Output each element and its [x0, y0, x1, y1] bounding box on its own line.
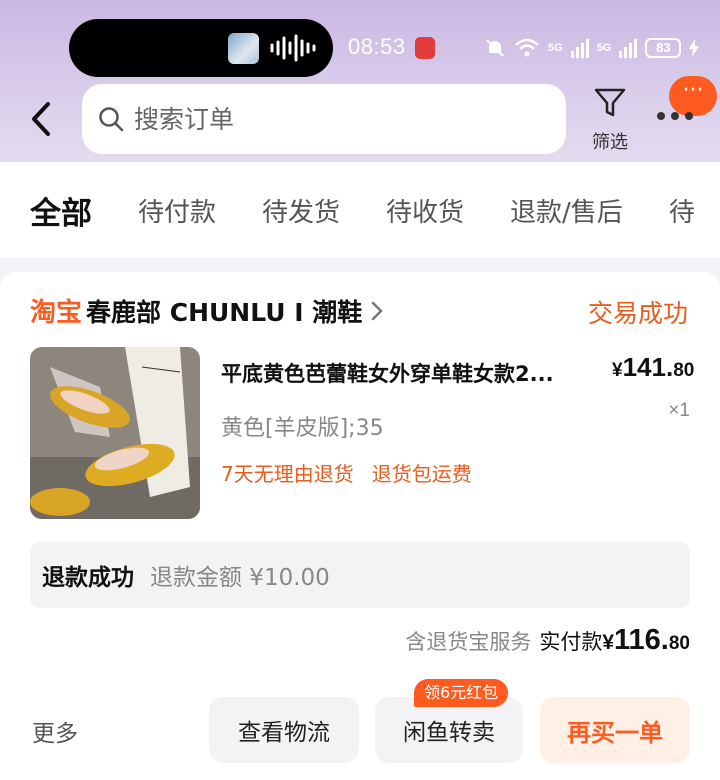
chevron-right-icon — [372, 301, 384, 320]
filter-funnel-icon — [594, 88, 626, 117]
network-label-2: 5G — [596, 42, 612, 54]
signal-icon-2 — [619, 39, 638, 58]
shoe-photo-illustration — [30, 347, 200, 519]
dynamic-island[interactable] — [69, 19, 333, 77]
product-quantity: ×1 — [668, 400, 690, 421]
search-input[interactable] — [134, 104, 534, 134]
header-area: 08:53 5G 5G 83 搜索订单 筛选 ··· — [0, 0, 720, 162]
signal-icon — [570, 39, 589, 58]
shop-name: 春鹿部 CHUNLU I 潮鞋 — [86, 297, 363, 327]
status-time: 08:53 — [348, 34, 406, 59]
service-tag-return: 7天无理由退货 — [221, 462, 354, 486]
payment-summary: 含退货宝服务 实付款 ¥116. 80 — [405, 624, 690, 657]
payment-currency: ¥ — [602, 631, 615, 654]
network-label-1: 5G — [548, 42, 563, 54]
tab-pending-payment[interactable]: 待付款 — [138, 192, 216, 229]
product-image[interactable] — [30, 347, 200, 519]
more-actions-link[interactable]: 更多 — [32, 714, 78, 748]
order-status: 交易成功 — [587, 299, 688, 328]
payment-note: 含退货宝服务 — [405, 630, 532, 654]
alarm-app-icon — [415, 37, 435, 59]
refund-status: 退款成功 — [42, 565, 134, 591]
tab-refund-aftersale[interactable]: 退款/售后 — [510, 192, 623, 229]
buy-again-button[interactable]: 再买一单 — [540, 697, 690, 763]
filter-label: 筛选 — [592, 132, 628, 153]
payment-label: 实付款 — [539, 630, 603, 654]
search-icon — [99, 107, 124, 132]
more-dots-icon — [657, 112, 693, 120]
wifi-icon — [515, 38, 539, 57]
search-bar[interactable] — [82, 84, 566, 154]
now-playing-thumbnail — [228, 33, 259, 64]
battery-indicator: 83 — [645, 38, 682, 58]
refund-summary[interactable]: 退款成功 退款金额 ¥10.00 — [30, 542, 690, 608]
tab-pending-shipment[interactable]: 待发货 — [262, 192, 340, 229]
payment-decimal: 80 — [668, 633, 690, 654]
tab-overflow[interactable]: 待 — [669, 192, 695, 229]
tab-all[interactable]: 全部 — [30, 188, 92, 233]
refund-amount: 退款金额 ¥10.00 — [150, 565, 330, 591]
platform-tag: 淘宝 — [30, 298, 83, 328]
red-packet-badge: 领6元红包 — [414, 679, 509, 707]
status-icons: 5G 5G 83 — [484, 34, 700, 62]
payment-integer: 116. — [614, 624, 669, 656]
tab-pending-receipt[interactable]: 待收货 — [386, 192, 464, 229]
more-menu-button[interactable]: ··· — [653, 76, 717, 136]
audio-wave-icon — [270, 34, 316, 62]
shop-header[interactable]: 淘宝 春鹿部 CHUNLU I 潮鞋 — [30, 292, 384, 329]
price-integer: 141. — [622, 352, 674, 382]
service-tags: 7天无理由退货 退货包运费 — [221, 458, 472, 487]
view-logistics-button[interactable]: 查看物流 — [209, 697, 359, 763]
filter-button[interactable]: 筛选 — [586, 86, 634, 154]
product-price: ¥141.80 — [612, 352, 694, 383]
charging-bolt-icon — [689, 39, 700, 57]
price-currency: ¥ — [612, 360, 623, 381]
service-tag-shipping: 退货包运费 — [371, 462, 472, 486]
price-decimal: 80 — [673, 360, 695, 381]
back-arrow-icon[interactable] — [26, 100, 56, 138]
message-bubble-icon: ··· — [669, 76, 717, 116]
mute-bell-icon — [486, 39, 504, 57]
order-card[interactable]: 淘宝 春鹿部 CHUNLU I 潮鞋 交易成功 平底黄色芭蕾鞋女外穿单鞋女款2.… — [0, 272, 720, 780]
product-title[interactable]: 平底黄色芭蕾鞋女外穿单鞋女款2... — [221, 358, 607, 388]
order-tabs: 全部 待付款 待发货 待收货 退款/售后 待 — [0, 162, 720, 258]
product-variant: 黄色[羊皮版];35 — [221, 416, 384, 441]
